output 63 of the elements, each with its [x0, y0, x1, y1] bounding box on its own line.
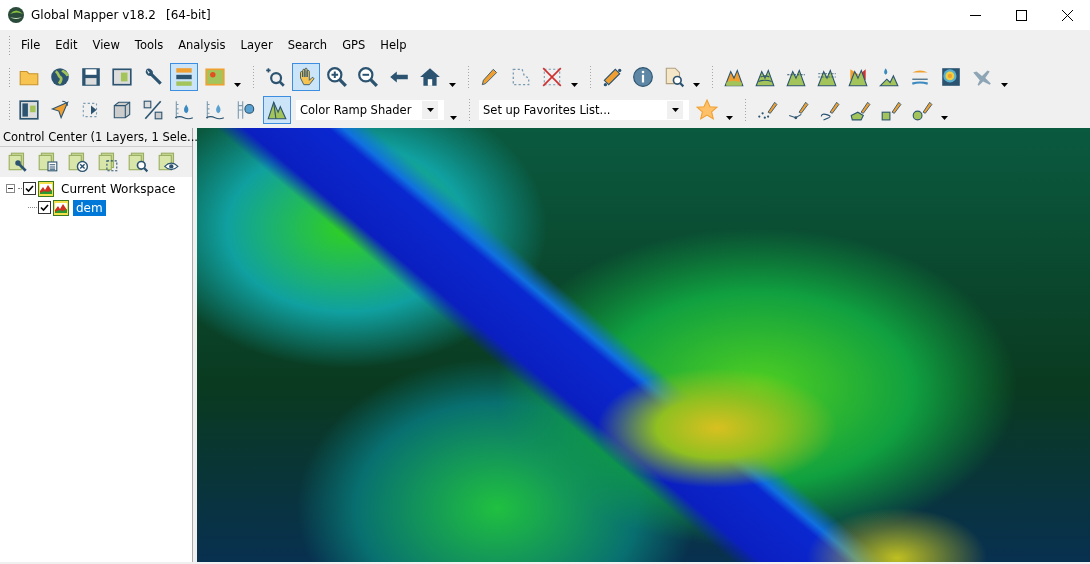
info-icon	[632, 65, 654, 88]
cross-box-icon	[541, 65, 563, 88]
globe-icon	[49, 65, 71, 88]
zoom-out-icon	[357, 65, 379, 88]
raster-layer-icon	[53, 199, 69, 216]
percent-squares-icon	[142, 98, 164, 121]
document-search-icon	[663, 65, 685, 88]
water-level-icon	[204, 98, 226, 121]
app-logo-icon	[7, 6, 25, 24]
zoom-box-icon	[264, 65, 286, 88]
layer-extent-icon	[97, 151, 119, 173]
toolbar-button[interactable]	[170, 62, 198, 91]
layer-list-icon	[37, 151, 59, 173]
layer-eye-icon	[157, 151, 179, 173]
caret-icon	[233, 82, 241, 87]
dropdown-field[interactable]: Set up Favorites List...	[479, 99, 689, 120]
caret-icon	[426, 107, 434, 112]
menu-item[interactable]: GPS	[336, 35, 372, 55]
caret-icon	[570, 82, 578, 87]
checkbox[interactable]	[38, 201, 51, 214]
caret-icon	[1000, 82, 1008, 87]
menu-item[interactable]: Analysis	[172, 35, 232, 55]
menu-item[interactable]: Layer	[234, 35, 279, 55]
mountains-icon	[266, 98, 288, 121]
panel-icon	[18, 98, 40, 121]
raster-layer-icon	[38, 180, 54, 197]
caret-icon	[448, 82, 456, 87]
menu-item[interactable]: Tools	[128, 35, 170, 55]
window-title: Global Mapper v18.2	[31, 8, 156, 22]
tree-item[interactable]: Current Workspace	[58, 180, 179, 197]
menu-item[interactable]: Search	[281, 35, 334, 55]
density-grid-icon	[940, 65, 962, 88]
caret-icon	[725, 115, 733, 120]
window-subtitle: [64-bit]	[166, 8, 211, 22]
tree-item[interactable]: dem	[73, 199, 106, 216]
caret-icon	[940, 115, 948, 120]
layer-wrench-icon	[7, 151, 29, 173]
caret-icon	[449, 115, 457, 120]
toolbar-button[interactable]	[292, 62, 320, 91]
menu-item[interactable]: Help	[374, 35, 413, 55]
menu-item[interactable]: File	[15, 35, 47, 55]
dropdown-field[interactable]: Color Ramp Shader	[296, 99, 444, 120]
layer-zoom-icon	[127, 151, 149, 173]
water-terrain-icon	[878, 65, 900, 88]
window-icon	[111, 65, 133, 88]
layer-remove-icon	[67, 151, 89, 173]
zoom-in-icon	[326, 65, 348, 88]
panel-title: Control Center (1 Layers, 1 Sele...	[3, 130, 198, 144]
toolbar-button[interactable]	[263, 95, 291, 124]
menu-item[interactable]: Edit	[49, 35, 84, 55]
star-icon	[696, 98, 718, 121]
layers-icon	[173, 65, 195, 88]
map-icon	[204, 65, 226, 88]
menu-item[interactable]: View	[86, 35, 126, 55]
caret-icon	[692, 82, 700, 87]
water-gauge-icon	[173, 98, 195, 121]
caret-icon	[671, 107, 679, 112]
save-icon	[80, 65, 102, 88]
collapse-icon[interactable]	[6, 184, 15, 193]
checkbox[interactable]	[23, 182, 36, 195]
close-icon	[1061, 9, 1073, 21]
maximize-icon	[1015, 9, 1027, 21]
cursor-arrow-icon	[49, 98, 71, 121]
